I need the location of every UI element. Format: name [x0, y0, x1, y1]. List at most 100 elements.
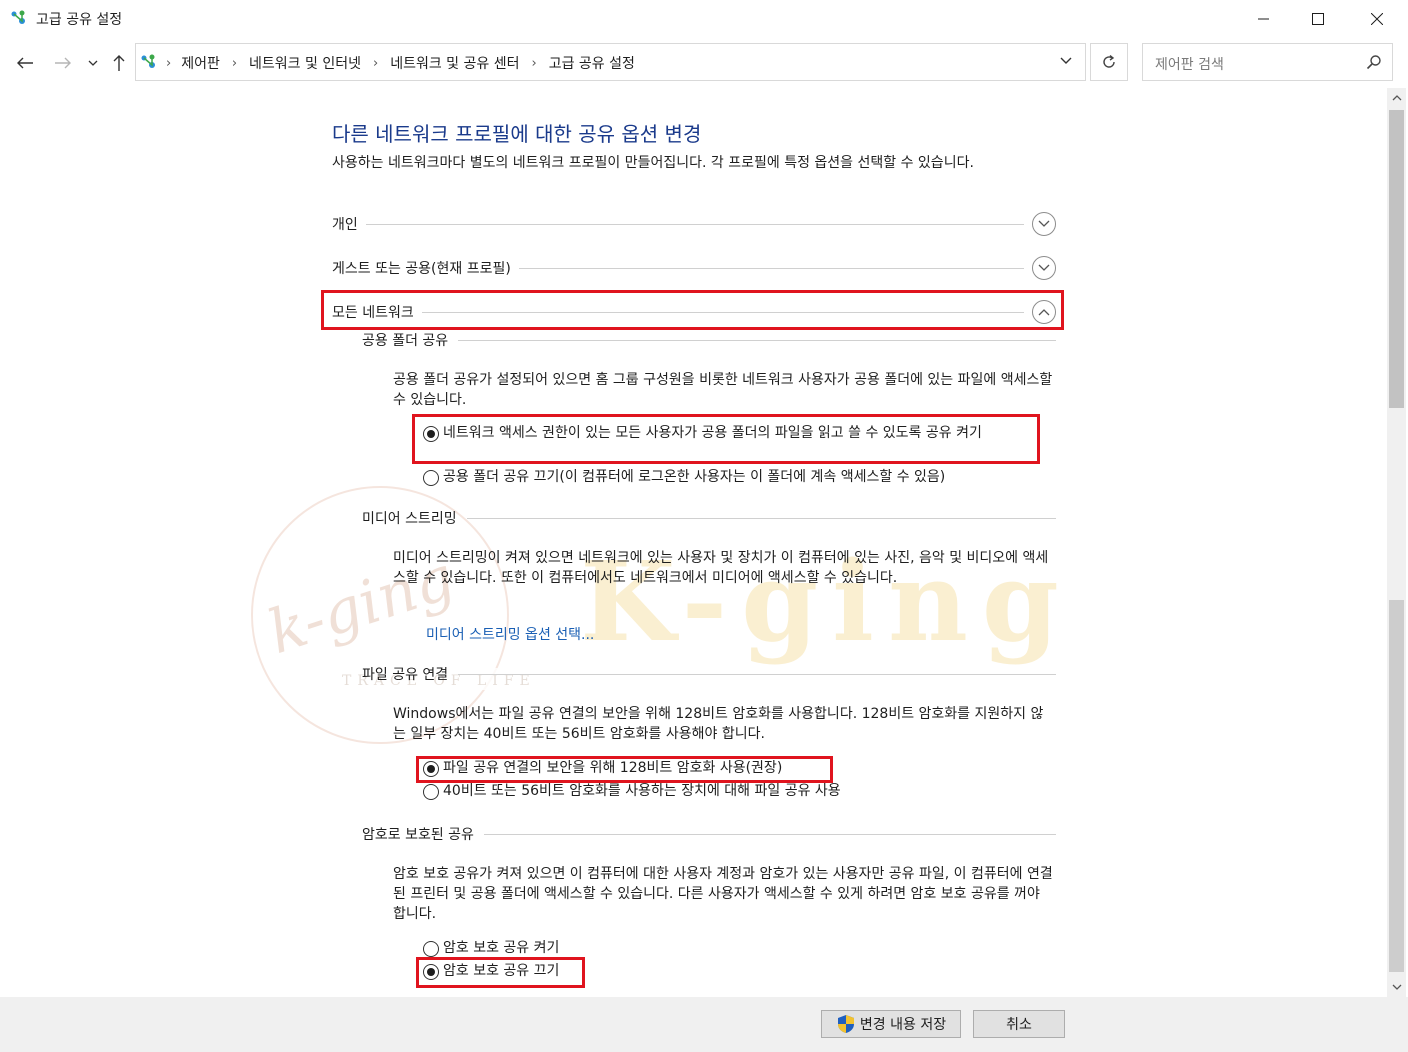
title-bar: 고급 공유 설정 [0, 0, 1408, 38]
media-streaming-options-link[interactable]: 미디어 스트리밍 옵션 선택... [426, 624, 594, 644]
address-dropdown-button[interactable] [1059, 54, 1073, 72]
breadcrumb-network-sharing-center[interactable]: 네트워크 및 공유 센터 [390, 53, 519, 73]
section-media-streaming-text: 미디어 스트리밍이 켜져 있으면 네트워크에 있는 사용자 및 장치가 이 컴퓨… [393, 550, 1049, 586]
up-button[interactable] [106, 48, 132, 78]
breadcrumb: › 제어판 › 네트워크 및 인터넷 › 네트워크 및 공유 센터 › 고급 공… [160, 53, 635, 73]
arrow-up-icon [113, 55, 125, 71]
radio-button[interactable] [423, 784, 439, 800]
page-description: 사용하는 네트워크마다 별도의 네트워크 프로필이 만들어집니다. 각 프로필에… [332, 155, 974, 171]
section-public-folder-text: 공용 폴더 공유가 설정되어 있으면 홈 그룹 구성원을 비롯한 네트워크 사용… [393, 372, 1053, 408]
scroll-track[interactable] [1389, 600, 1404, 972]
close-icon [1371, 13, 1383, 25]
content-pane: k-ging TRACE OF LIFE K-ging 다른 네트워크 프로필에… [0, 88, 1386, 997]
divider [466, 517, 1056, 519]
refresh-icon [1103, 54, 1115, 68]
save-changes-button[interactable]: 변경 내용 저장 [821, 1010, 961, 1038]
vertical-scrollbar[interactable] [1387, 88, 1406, 997]
minimize-button[interactable] [1241, 0, 1287, 38]
radio-public-folder-on[interactable]: 네트워크 액세스 권한이 있는 모든 사용자가 공용 폴더의 파일을 읽고 쓸 … [423, 424, 1038, 443]
arrow-right-icon [55, 57, 71, 69]
profile-all-networks[interactable]: 모든 네트워크 [332, 298, 1056, 326]
profile-private[interactable]: 개인 [332, 210, 1056, 238]
maximize-icon [1312, 13, 1324, 25]
maximize-button[interactable] [1295, 0, 1341, 38]
profile-guest-public[interactable]: 게스트 또는 공용(현재 프로필) [332, 254, 1056, 282]
network-location-icon [140, 54, 158, 70]
radio-button[interactable] [423, 761, 439, 777]
section-password-sharing-heading: 암호로 보호된 공유 [362, 823, 1056, 845]
expand-button[interactable] [1032, 256, 1056, 280]
radio-password-sharing-on[interactable]: 암호 보호 공유 켜기 [423, 939, 559, 958]
collapse-button[interactable] [1032, 300, 1056, 324]
expand-button[interactable] [1032, 212, 1056, 236]
window-title: 고급 공유 설정 [36, 12, 123, 28]
refresh-button[interactable] [1090, 43, 1128, 81]
radio-label[interactable]: 암호 보호 공유 끄기 [443, 962, 559, 981]
breadcrumb-separator-icon[interactable]: › [373, 56, 378, 71]
breadcrumb-separator-icon[interactable]: › [232, 56, 237, 71]
cancel-button-label: 취소 [1006, 1017, 1032, 1033]
radio-label[interactable]: 파일 공유 연결의 보안을 위해 128비트 암호화 사용(권장) [443, 759, 782, 778]
radio-public-folder-off[interactable]: 공용 폴더 공유 끄기(이 컴퓨터에 로그온한 사용자는 이 폴더에 계속 액세… [423, 468, 945, 487]
radio-label[interactable]: 네트워크 액세스 권한이 있는 모든 사용자가 공용 폴더의 파일을 읽고 쓸 … [443, 424, 982, 443]
cancel-button[interactable]: 취소 [973, 1010, 1065, 1038]
chevron-down-icon [1038, 220, 1050, 227]
radio-button[interactable] [423, 941, 439, 957]
network-app-icon [10, 10, 28, 26]
radio-128bit-encryption[interactable]: 파일 공유 연결의 보안을 위해 128비트 암호화 사용(권장) [423, 759, 782, 778]
page-title: 다른 네트워크 프로필에 대한 공유 옵션 변경 [332, 122, 702, 146]
section-heading-label: 파일 공유 연결 [362, 667, 449, 683]
section-heading-label: 미디어 스트리밍 [362, 511, 457, 527]
back-button[interactable] [12, 48, 38, 78]
radio-button[interactable] [423, 470, 439, 486]
profile-label: 개인 [332, 217, 358, 233]
section-heading-label: 공용 폴더 공유 [362, 333, 449, 349]
scroll-down-button[interactable] [1387, 977, 1406, 997]
minimize-icon [1258, 18, 1269, 20]
chevron-down-icon [88, 60, 98, 66]
divider [458, 673, 1056, 675]
divider [458, 339, 1056, 341]
divider [483, 833, 1056, 835]
profile-label: 모든 네트워크 [332, 305, 414, 321]
forward-button[interactable] [50, 48, 76, 78]
radio-label[interactable]: 공용 폴더 공유 끄기(이 컴퓨터에 로그온한 사용자는 이 폴더에 계속 액세… [443, 468, 945, 487]
radio-password-sharing-off[interactable]: 암호 보호 공유 끄기 [423, 962, 559, 981]
breadcrumb-network-internet[interactable]: 네트워크 및 인터넷 [249, 53, 361, 73]
uac-shield-icon [837, 1015, 854, 1033]
recent-locations-button[interactable] [84, 48, 102, 78]
divider [365, 223, 1024, 225]
divider [518, 267, 1024, 269]
radio-40-56bit-encryption[interactable]: 40비트 또는 56비트 암호화를 사용하는 장치에 대해 파일 공유 사용 [423, 782, 841, 801]
search-icon[interactable] [1366, 54, 1382, 74]
section-file-sharing-text: Windows에서는 파일 공유 연결의 보안을 위해 128비트 암호화를 사… [393, 706, 1044, 742]
radio-button[interactable] [423, 426, 439, 442]
chevron-down-icon [1038, 264, 1050, 271]
radio-label[interactable]: 암호 보호 공유 켜기 [443, 939, 559, 958]
breadcrumb-control-panel[interactable]: 제어판 [181, 53, 220, 73]
section-media-streaming-heading: 미디어 스트리밍 [362, 507, 1056, 529]
arrow-left-icon [17, 57, 33, 69]
scroll-up-button[interactable] [1387, 88, 1406, 108]
radio-label[interactable]: 40비트 또는 56비트 암호화를 사용하는 장치에 대해 파일 공유 사용 [443, 782, 841, 801]
section-heading-label: 암호로 보호된 공유 [362, 827, 474, 843]
profile-label: 게스트 또는 공용(현재 프로필) [332, 261, 511, 277]
breadcrumb-separator-icon[interactable]: › [531, 56, 536, 71]
save-button-label: 변경 내용 저장 [859, 1017, 947, 1033]
breadcrumb-advanced-sharing[interactable]: 고급 공유 설정 [549, 53, 635, 73]
breadcrumb-separator-icon[interactable]: › [166, 56, 171, 71]
button-bar [0, 997, 1408, 1052]
search-input[interactable]: 제어판 검색 [1155, 54, 1224, 74]
chevron-up-icon [1038, 309, 1050, 316]
scroll-thumb[interactable] [1389, 110, 1404, 408]
section-password-sharing-text: 암호 보호 공유가 켜져 있으면 이 컴퓨터에 대한 사용자 계정과 암호가 있… [393, 866, 1053, 922]
chevron-down-icon [1060, 57, 1072, 64]
divider [421, 311, 1024, 313]
section-file-sharing-heading: 파일 공유 연결 [362, 663, 1056, 685]
address-bar[interactable]: › 제어판 › 네트워크 및 인터넷 › 네트워크 및 공유 센터 › 고급 공… [135, 43, 1086, 81]
chevron-up-icon [1392, 95, 1401, 101]
radio-button[interactable] [423, 964, 439, 980]
search-box[interactable]: 제어판 검색 [1142, 43, 1393, 81]
close-button[interactable] [1354, 0, 1400, 38]
section-public-folder-heading: 공용 폴더 공유 [362, 329, 1056, 351]
